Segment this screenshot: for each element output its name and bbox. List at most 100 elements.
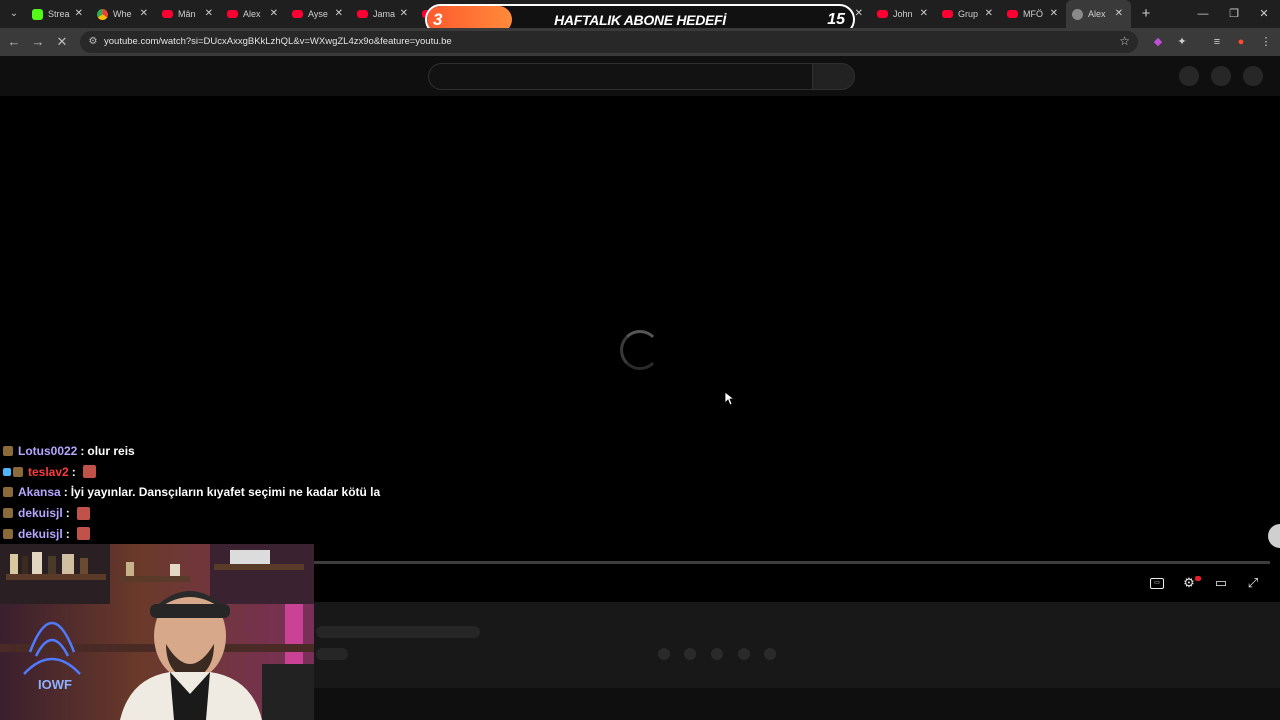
badge-icon	[3, 467, 11, 476]
badge-icon	[3, 508, 13, 519]
youtube-icon	[877, 10, 888, 18]
tab-title: Alex	[243, 9, 261, 19]
close-tab-icon[interactable]: ✕	[335, 8, 343, 20]
svg-text:IOWF: IOWF	[38, 677, 72, 692]
back-button[interactable]: ←	[5, 33, 23, 51]
side-panel-handle[interactable]	[1268, 524, 1280, 548]
tab-title: Strea	[48, 9, 70, 19]
video-progress-bar[interactable]	[314, 561, 1270, 564]
minimize-icon[interactable]: —	[1187, 0, 1219, 28]
loading-icon	[1072, 8, 1083, 20]
close-tab-icon[interactable]: ✕	[140, 8, 148, 20]
youtube-icon	[942, 10, 953, 18]
chat-message: teslav2:	[0, 462, 420, 483]
browser-tab[interactable]: Alex ✕	[221, 0, 286, 28]
chat-separator: :	[65, 506, 70, 521]
fullscreen-icon[interactable]: ⤢	[1245, 575, 1261, 591]
address-bar[interactable]: ⚙ youtube.com/watch?si=DUcxAxxgBKkLzhQL&…	[80, 31, 1138, 53]
browser-tab[interactable]: Ayse ✕	[286, 0, 351, 28]
media-control-icon[interactable]: ≡	[1209, 34, 1225, 50]
close-tab-icon[interactable]: ✕	[75, 8, 83, 20]
loading-spinner	[620, 330, 660, 370]
browser-tab[interactable]: Mân ✕	[156, 0, 221, 28]
close-tab-icon[interactable]: ✕	[855, 8, 863, 20]
close-window-icon[interactable]: ✕	[1248, 0, 1280, 28]
browser-toolbar: ← → ✕ ⚙ youtube.com/watch?si=DUcxAxxgBKk…	[0, 28, 1280, 56]
chat-message: dekuisjl:	[0, 523, 420, 544]
goal-target-count: 15	[827, 11, 845, 28]
emote-icon	[76, 506, 90, 520]
chat-separator: :	[71, 464, 76, 479]
header-icon-placeholder[interactable]	[1179, 66, 1199, 86]
streamer-webcam: IOWF	[0, 544, 314, 720]
search-input[interactable]	[428, 63, 813, 90]
page-bottom	[314, 688, 1280, 720]
youtube-icon	[227, 10, 238, 18]
tab-title: MFÖ	[1023, 9, 1043, 19]
new-tab-button[interactable]: +	[1137, 5, 1155, 23]
skeleton-dot	[684, 648, 696, 660]
chat-message: Akansa: İyi yayınlar. Dansçıların kıyafet…	[0, 482, 420, 503]
bookmark-star-icon[interactable]: ☆	[1119, 34, 1130, 48]
channel-skeleton	[316, 648, 348, 660]
badge-icon	[3, 446, 13, 457]
emote-icon	[76, 527, 90, 541]
tab-title: Ayse	[308, 9, 328, 19]
badge-icon	[13, 466, 23, 477]
tab-title: Grup	[958, 9, 979, 19]
skeleton-dot	[711, 648, 723, 660]
avatar-placeholder[interactable]	[1243, 66, 1263, 86]
close-tab-icon[interactable]: ✕	[400, 8, 408, 20]
header-icon-placeholder[interactable]	[1211, 66, 1231, 86]
close-tab-icon[interactable]: ✕	[205, 8, 213, 20]
stop-loading-button[interactable]: ✕	[53, 33, 71, 51]
subtitles-icon[interactable]: ▭	[1150, 578, 1164, 589]
theater-mode-icon[interactable]: ▭	[1213, 575, 1229, 591]
url-text[interactable]: youtube.com/watch?si=DUcxAxxgBKkLzhQL&v=…	[104, 36, 452, 47]
browser-tab[interactable]: Alex ✕	[1066, 0, 1131, 28]
browser-tab[interactable]: MFÖ ✕	[1001, 0, 1066, 28]
browser-menu-icon[interactable]: ⋮	[1258, 34, 1274, 50]
stream-chat-overlay: Lotus0022: olur reis teslav2: Akansa: İyi ya…	[0, 441, 420, 544]
browser-tab[interactable]: Jama ✕	[351, 0, 416, 28]
chat-text: İyi yayınlar. Dansçıların kıyafet seçimi…	[70, 485, 381, 500]
extensions-puzzle-icon[interactable]: ✦	[1174, 34, 1190, 50]
browser-tab[interactable]: Grup ✕	[936, 0, 1001, 28]
close-tab-icon[interactable]: ✕	[270, 8, 278, 20]
skeleton-dot	[764, 648, 776, 660]
chat-username: dekuisjl	[18, 506, 63, 521]
skeleton-dot	[738, 648, 750, 660]
badge-icon	[3, 487, 13, 498]
extension-icon[interactable]: ◆	[1150, 34, 1166, 50]
profile-icon[interactable]: ●	[1233, 34, 1249, 50]
close-tab-icon[interactable]: ✕	[920, 8, 928, 20]
badge-icon	[3, 528, 13, 539]
chat-username: Lotus0022	[18, 444, 78, 459]
chat-separator: :	[80, 444, 85, 459]
browser-tab[interactable]: John ✕	[871, 0, 936, 28]
hd-badge	[1195, 576, 1201, 581]
tab-search-chevron-icon[interactable]: ⌄	[6, 6, 22, 22]
webcam-image: IOWF	[0, 544, 314, 720]
goal-current-count: 3	[433, 10, 443, 29]
youtube-header	[0, 56, 1280, 96]
browser-tab[interactable]: Whe ✕	[91, 0, 156, 28]
chat-separator: :	[63, 485, 68, 500]
tab-title: Mân	[178, 9, 196, 19]
forward-button[interactable]: →	[29, 33, 47, 51]
browser-tab[interactable]: Strea ✕	[26, 0, 91, 28]
close-tab-icon[interactable]: ✕	[1115, 8, 1123, 20]
site-info-icon[interactable]: ⚙	[87, 36, 99, 48]
title-skeleton	[316, 626, 480, 638]
maximize-icon[interactable]: ❐	[1218, 0, 1250, 28]
youtube-icon	[1007, 10, 1018, 18]
close-tab-icon[interactable]: ✕	[985, 8, 993, 20]
search-button[interactable]	[812, 63, 855, 90]
chrome-icon	[97, 8, 108, 20]
close-tab-icon[interactable]: ✕	[1050, 8, 1058, 20]
screen: ⌄ Strea✕Whe✕Mân✕Alex✕Ayse✕Jama✕✕Dun✕✕✕Mâ…	[0, 0, 1280, 720]
chat-separator: :	[65, 526, 70, 541]
tab-title: John	[893, 9, 913, 19]
goal-title: HAFTALIK ABONE HEDEFİ	[554, 12, 726, 28]
youtube-icon	[357, 10, 368, 18]
